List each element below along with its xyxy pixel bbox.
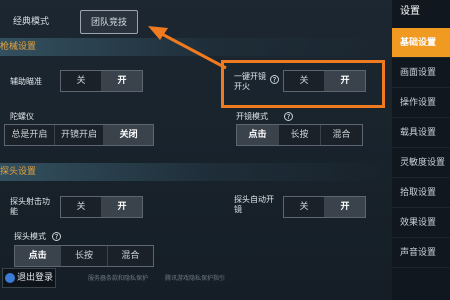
sidebar-item-effects[interactable]: 效果设置 [392,208,450,238]
logout-button[interactable]: 退出登录 [2,268,56,288]
sidebar-item-vehicle[interactable]: 载具设置 [392,118,450,148]
logout-label: 退出登录 [16,273,53,283]
sidebar-item-sound[interactable]: 声音设置 [392,238,450,268]
sidebar-title: 设置 [400,6,420,17]
sidebar-item-sensitivity[interactable]: 灵敏度设置 [392,148,450,178]
sidebar-item-pickup[interactable]: 拾取设置 [392,178,450,208]
logout-icon [4,272,15,283]
terms-link[interactable]: 服务器条款和隐私保护 [88,273,148,282]
privacy-link[interactable]: 腾讯游戏隐私保护指引 [165,273,225,282]
sidebar-item-graphics[interactable]: 画面设置 [392,58,450,88]
annotation-arrow-icon [148,26,227,70]
sidebar-item-controls[interactable]: 操作设置 [392,88,450,118]
sidebar-item-basic[interactable]: 基础设置 [392,28,450,58]
